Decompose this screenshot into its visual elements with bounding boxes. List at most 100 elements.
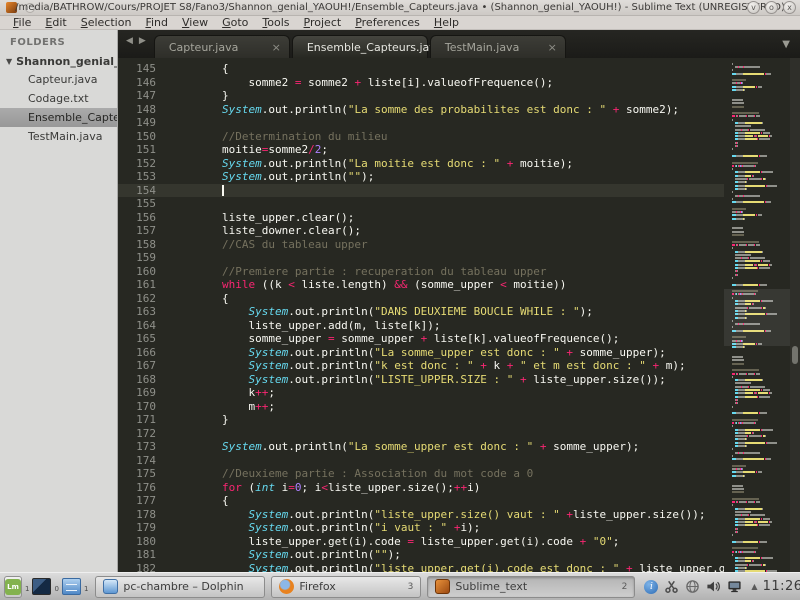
tab-testmain.java[interactable]: TestMain.java × — [430, 35, 566, 58]
line-number: 150 — [118, 130, 156, 144]
line-text: //Premiere partie : recuperation du tabl… — [169, 265, 547, 279]
file-manager-icon[interactable] — [62, 578, 81, 595]
code-line[interactable]: 167 System.out.println("k est donc : " +… — [118, 359, 724, 373]
window-buttons: vox — [747, 1, 796, 14]
line-text: System.out.println("La somme des probabi… — [169, 103, 679, 117]
menu-view[interactable]: View — [175, 16, 215, 30]
code-line[interactable]: 173 System.out.println("La somme_upper e… — [118, 440, 724, 454]
tab-scroll-left-icon[interactable]: ◀ — [126, 36, 133, 46]
code-line[interactable]: 159 — [118, 251, 724, 265]
code-line[interactable]: 148 System.out.println("La somme des pro… — [118, 103, 724, 117]
folder-expand-icon[interactable]: ▼ — [6, 57, 12, 66]
menu-find[interactable]: Find — [138, 16, 175, 30]
code-line[interactable]: 179 System.out.println("i vaut : " +i); — [118, 521, 724, 535]
line-number: 145 — [118, 62, 156, 76]
code-line[interactable]: 176 for (int i=0; i<liste_upper.size();+… — [118, 481, 724, 495]
sidebar-file-capteur.java[interactable]: Capteur.java — [0, 70, 117, 89]
tab-close-icon[interactable]: × — [548, 41, 557, 54]
code-line[interactable]: 163 System.out.println("DANS DEUXIEME BO… — [118, 305, 724, 319]
minimap-viewport[interactable] — [724, 289, 790, 346]
tab-capteur.java[interactable]: Capteur.java× — [154, 35, 290, 58]
info-icon[interactable]: i — [644, 580, 658, 594]
sublime-text-window: /media/BATHROW/Cours/PROJET S8/Fano3/Sha… — [0, 0, 800, 600]
code-line[interactable]: 168 System.out.println("LISTE_UPPER.SIZE… — [118, 373, 724, 387]
taskbar-button-dolphin[interactable]: pc-chambre – Dolphin — [95, 576, 265, 598]
code-line[interactable]: 182 System.out.println("liste_upper.get(… — [118, 562, 724, 573]
scrollbar-thumb[interactable] — [792, 346, 798, 364]
display-icon[interactable] — [727, 579, 742, 594]
code-line[interactable]: 151 moitie=somme2/2; — [118, 143, 724, 157]
line-number: 180 — [118, 535, 156, 549]
code-editor[interactable]: 145 {146 somme2 = somme2 + liste[i].valu… — [118, 58, 724, 572]
menu-file[interactable]: File — [6, 16, 38, 30]
menu-goto[interactable]: Goto — [215, 16, 255, 30]
tab-scroll-right-icon[interactable]: ▶ — [139, 36, 146, 46]
code-line[interactable]: 153 System.out.println(""); — [118, 170, 724, 184]
menu-tools[interactable]: Tools — [255, 16, 296, 30]
menu-selection[interactable]: Selection — [74, 16, 139, 30]
menu-preferences[interactable]: Preferences — [348, 16, 427, 30]
menu-edit[interactable]: Edit — [38, 16, 73, 30]
line-number: 179 — [118, 521, 156, 535]
menubar: FileEditSelectionFindViewGotoToolsProjec… — [0, 16, 800, 30]
sidebar-file-testmain.java[interactable]: TestMain.java — [0, 127, 117, 146]
code-line[interactable]: 146 somme2 = somme2 + liste[i].valueofFr… — [118, 76, 724, 90]
code-line[interactable]: 149 — [118, 116, 724, 130]
minimize-button[interactable]: v — [747, 1, 760, 14]
line-text: System.out.println("DANS DEUXIEME BOUCLE… — [169, 305, 593, 319]
clipboard-scissors-icon[interactable] — [664, 579, 679, 594]
code-line[interactable]: 164 liste_upper.add(m, liste[k]); — [118, 319, 724, 333]
code-line[interactable]: 162 { — [118, 292, 724, 306]
taskbar-button-firefox[interactable]: Firefox3 — [271, 576, 421, 598]
close-button[interactable]: x — [783, 1, 796, 14]
code-line[interactable]: 177 { — [118, 494, 724, 508]
tab-close-icon[interactable]: × — [272, 41, 281, 54]
code-line[interactable]: 170 m++; — [118, 400, 724, 414]
sidebar-root-folder[interactable]: ▼ Shannon_genial_YAOUH! — [0, 53, 117, 70]
code-line[interactable]: 156 liste_upper.clear(); — [118, 211, 724, 225]
line-text: System.out.println(""); — [169, 170, 374, 184]
code-line[interactable]: 150 //Determination du milieu — [118, 130, 724, 144]
code-line[interactable]: 157 liste_downer.clear(); — [118, 224, 724, 238]
taskbar-button-sublime[interactable]: Sublime_text2 — [427, 576, 635, 598]
tab-ensemble_capteurs.java[interactable]: Ensemble_Capteurs.java● — [292, 35, 428, 58]
code-line[interactable]: 180 liste_upper.get(i).code = liste_uppe… — [118, 535, 724, 549]
code-line[interactable]: 161 while ((k < liste.length) && (somme_… — [118, 278, 724, 292]
tab-label: TestMain.java — [445, 41, 519, 54]
code-line[interactable]: 155 — [118, 197, 724, 211]
system-tray: i — [644, 579, 742, 594]
code-line[interactable]: 175 //Deuxieme partie : Association du m… — [118, 467, 724, 481]
code-line[interactable]: 178 System.out.println("liste_upper.size… — [118, 508, 724, 522]
show-desktop-icon[interactable] — [32, 578, 51, 595]
line-number: 149 — [118, 116, 156, 130]
code-line[interactable]: 152 System.out.println("La moitie est do… — [118, 157, 724, 171]
code-line[interactable]: 181 System.out.println(""); — [118, 548, 724, 562]
code-line[interactable]: 165 somme_upper = somme_upper + liste[k]… — [118, 332, 724, 346]
network-icon[interactable] — [685, 579, 700, 594]
open-files-dropdown-icon[interactable]: ▼ — [782, 39, 790, 50]
code-line[interactable]: 147 } — [118, 89, 724, 103]
mint-logo-icon: Lm — [5, 579, 21, 595]
mint-menu-button[interactable]: Lm — [4, 576, 22, 598]
code-line[interactable]: 158 //CAS du tableau upper — [118, 238, 724, 252]
volume-icon[interactable] — [706, 579, 721, 594]
line-text: System.out.println("LISTE_UPPER.SIZE : "… — [169, 373, 666, 387]
maximize-button[interactable]: o — [765, 1, 778, 14]
menu-help[interactable]: Help — [427, 16, 466, 30]
code-line[interactable]: 154 — [118, 184, 724, 198]
sidebar-file-codage.txt[interactable]: Codage.txt — [0, 89, 117, 108]
line-number: 163 — [118, 305, 156, 319]
minimap[interactable] — [724, 58, 790, 572]
code-line[interactable]: 171 } — [118, 413, 724, 427]
clock[interactable]: 11:26 — [763, 579, 800, 594]
menu-project[interactable]: Project — [297, 16, 349, 30]
code-line[interactable]: 145 { — [118, 62, 724, 76]
code-line[interactable]: 174 — [118, 454, 724, 468]
sidebar-file-ensemble_capteurs[interactable]: Ensemble_Capteurs — [0, 108, 117, 127]
code-line[interactable]: 166 System.out.println("La somme_upper e… — [118, 346, 724, 360]
tray-expander-icon[interactable]: ▲ — [751, 582, 757, 591]
code-line[interactable]: 160 //Premiere partie : recuperation du … — [118, 265, 724, 279]
code-line[interactable]: 172 — [118, 427, 724, 441]
code-line[interactable]: 169 k++; — [118, 386, 724, 400]
vertical-scrollbar[interactable] — [790, 58, 800, 572]
